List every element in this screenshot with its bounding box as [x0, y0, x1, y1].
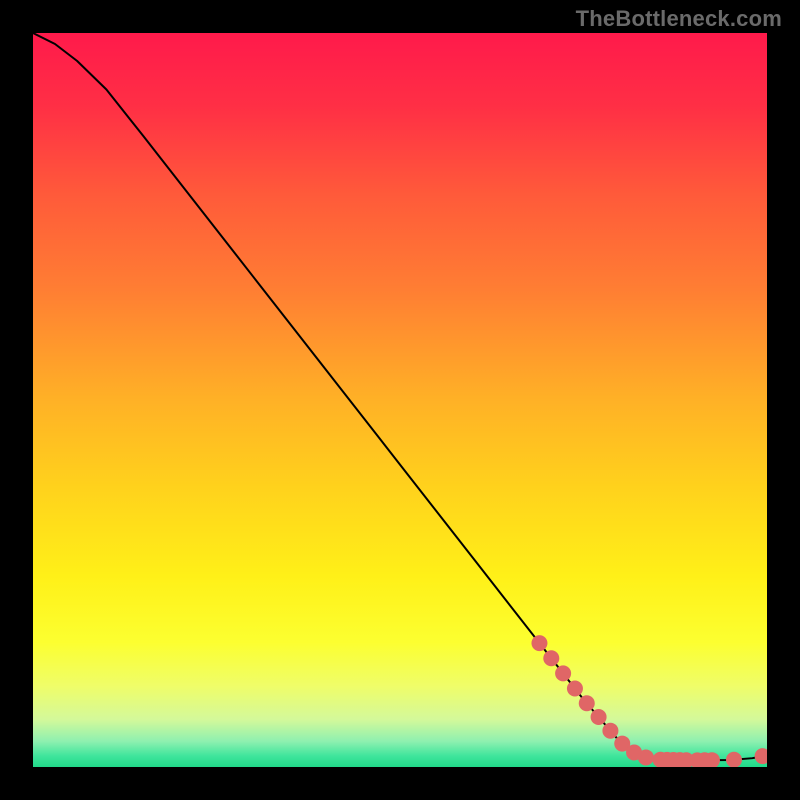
watermark-text: TheBottleneck.com: [576, 6, 782, 32]
chart-frame: TheBottleneck.com: [0, 0, 800, 800]
chart-svg: [33, 33, 767, 767]
chart-plot-area: [33, 33, 767, 767]
